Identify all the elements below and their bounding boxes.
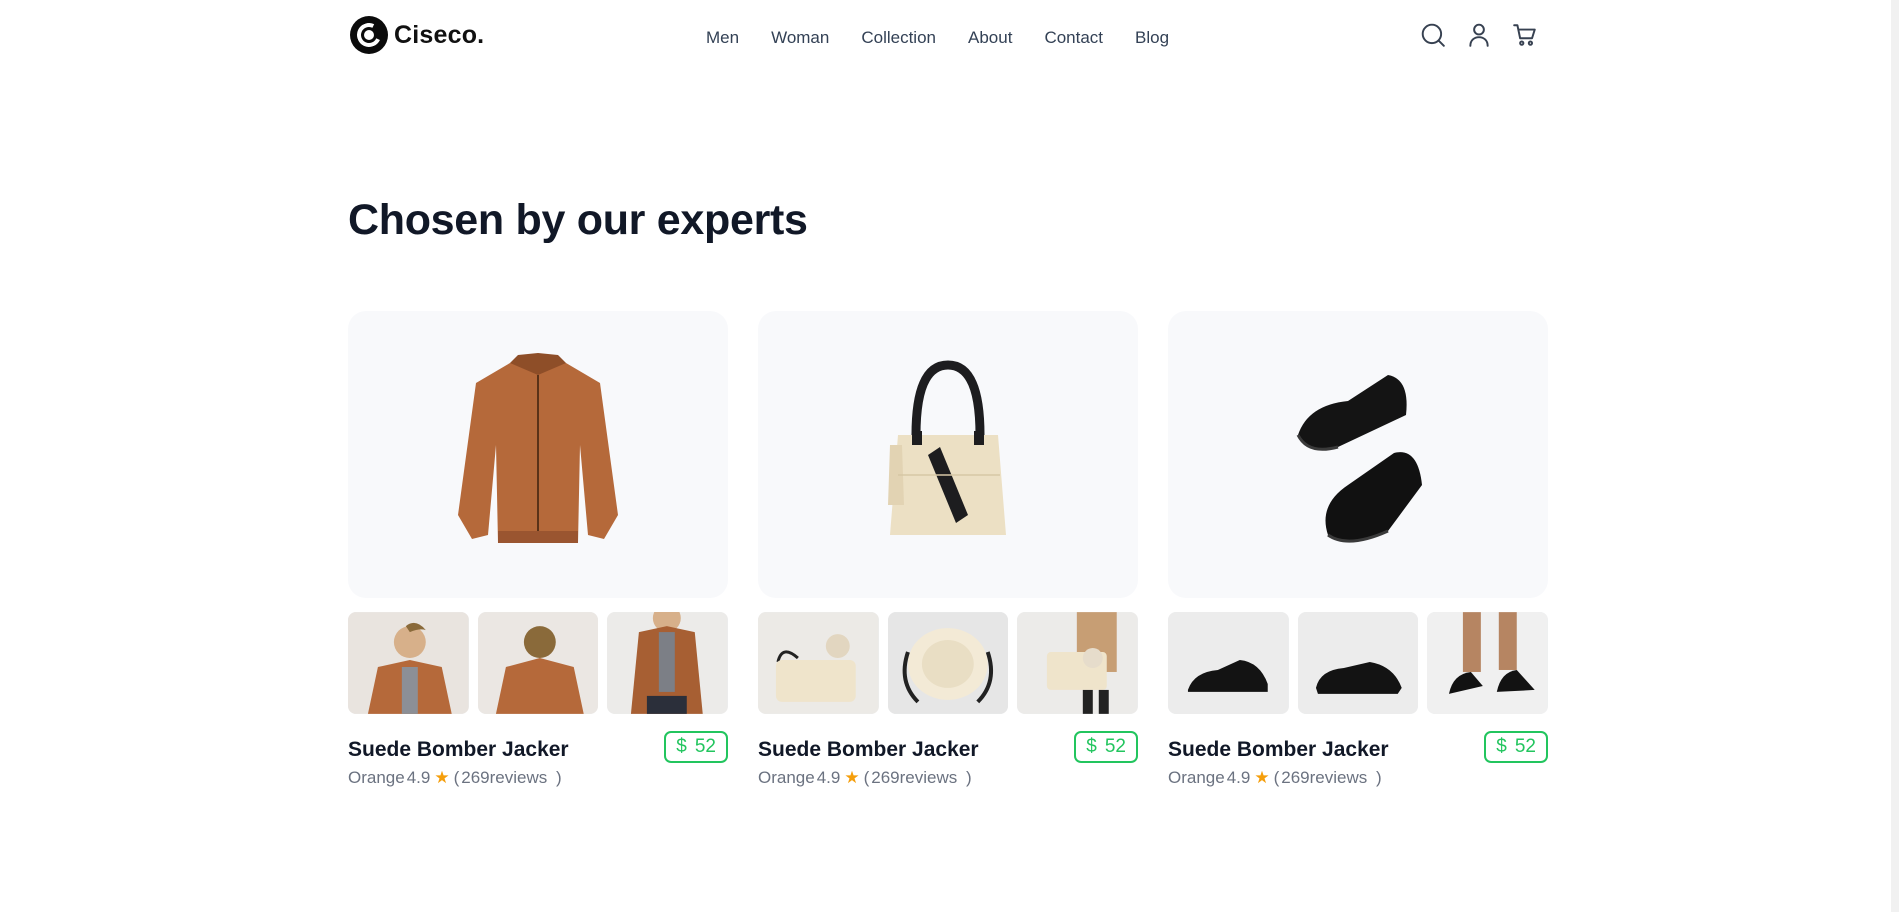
nav-link-blog[interactable]: Blog xyxy=(1135,28,1169,48)
user-icon[interactable] xyxy=(1466,22,1492,48)
product-main-image[interactable] xyxy=(1168,311,1548,598)
product-card[interactable]: Suede Bomber Jacker Orange 4.9 ★(269review… xyxy=(758,311,1139,794)
product-card[interactable]: Suede Bomber Jacker Orange 4.9 ★(269review… xyxy=(1168,311,1549,794)
product-meta: Orange 4.9 ★(269reviews ) xyxy=(1168,768,1548,788)
logo-icon xyxy=(350,16,388,54)
site-header: Ciseco. Men Woman Collection About Conta… xyxy=(0,0,1899,76)
nav-link-men[interactable]: Men xyxy=(706,28,739,48)
product-reviews: 269reviews xyxy=(461,768,548,787)
nav-link-collection[interactable]: Collection xyxy=(861,28,936,48)
price-currency: $ xyxy=(1086,736,1097,757)
product-thumbnails xyxy=(1168,612,1549,714)
reviews-open: ( xyxy=(1273,768,1280,787)
reviews-open: ( xyxy=(863,768,870,787)
product-meta: Orange 4.9 ★(269reviews ) xyxy=(758,768,1138,788)
product-reviews: 269reviews xyxy=(871,768,958,787)
main-nav: Men Woman Collection About Contact Blog xyxy=(706,28,1169,48)
star-icon: ★ xyxy=(844,768,860,787)
product-main-image[interactable] xyxy=(758,311,1138,598)
reviews-close: ) xyxy=(1376,768,1382,787)
product-rating: 4.9 xyxy=(816,768,841,787)
star-icon: ★ xyxy=(1254,768,1270,787)
reviews-open: ( xyxy=(453,768,460,787)
product-thumbnail[interactable] xyxy=(1017,612,1139,714)
product-thumbnail[interactable] xyxy=(887,612,1009,714)
price-currency: $ xyxy=(1496,736,1507,757)
suede-jacket-image xyxy=(458,352,618,543)
reviews-close: ) xyxy=(966,768,972,787)
product-meta: Orange 4.9 ★(269reviews ) xyxy=(348,768,728,788)
price-value: 52 xyxy=(1104,736,1126,757)
product-rating: 4.9 xyxy=(1226,768,1251,787)
nav-link-contact[interactable]: Contact xyxy=(1044,28,1103,48)
reviews-close: ) xyxy=(556,768,562,787)
logo[interactable]: Ciseco. xyxy=(350,16,484,54)
product-thumbnail[interactable] xyxy=(477,612,599,714)
cart-icon[interactable] xyxy=(1512,22,1538,48)
product-info: Suede Bomber Jacker Orange 4.9 ★(269review… xyxy=(348,731,728,794)
product-color: Orange xyxy=(758,768,815,787)
nav-link-about[interactable]: About xyxy=(968,28,1012,48)
nav-link-woman[interactable]: Woman xyxy=(771,28,829,48)
product-grid: Suede Bomber Jacker Orange 4.9 ★(269review… xyxy=(348,311,1549,794)
product-main-image[interactable] xyxy=(348,311,728,598)
price-badge: $52 xyxy=(1074,731,1138,763)
star-icon: ★ xyxy=(434,768,450,787)
product-rating: 4.9 xyxy=(406,768,431,787)
price-value: 52 xyxy=(694,736,716,757)
product-info: Suede Bomber Jacker Orange 4.9 ★(269review… xyxy=(758,731,1138,794)
tote-bag-image xyxy=(888,359,1006,535)
price-badge: $52 xyxy=(1484,731,1548,763)
logo-text: Ciseco. xyxy=(394,20,485,49)
product-reviews: 269reviews xyxy=(1281,768,1368,787)
product-thumbnail[interactable] xyxy=(758,612,879,714)
product-thumbnail[interactable] xyxy=(1427,612,1549,714)
product-thumbnail[interactable] xyxy=(1297,612,1419,714)
black-sneakers-image xyxy=(1296,374,1422,543)
product-thumbnail[interactable] xyxy=(1168,612,1289,714)
product-thumbnail[interactable] xyxy=(607,612,729,714)
product-thumbnail[interactable] xyxy=(348,612,469,714)
price-value: 52 xyxy=(1514,736,1536,757)
product-thumbnails xyxy=(348,612,729,714)
product-card[interactable]: Suede Bomber Jacker Orange 4.9 ★(269review… xyxy=(348,311,729,794)
price-badge: $52 xyxy=(664,731,728,763)
search-icon[interactable] xyxy=(1420,22,1446,48)
product-color: Orange xyxy=(348,768,405,787)
section-title: Chosen by our experts xyxy=(348,196,808,244)
header-actions xyxy=(1420,22,1538,48)
product-info: Suede Bomber Jacker Orange 4.9 ★(269review… xyxy=(1168,731,1548,794)
product-color: Orange xyxy=(1168,768,1225,787)
price-currency: $ xyxy=(676,736,687,757)
product-thumbnails xyxy=(758,612,1139,714)
page-scrollbar[interactable] xyxy=(1891,0,1899,912)
